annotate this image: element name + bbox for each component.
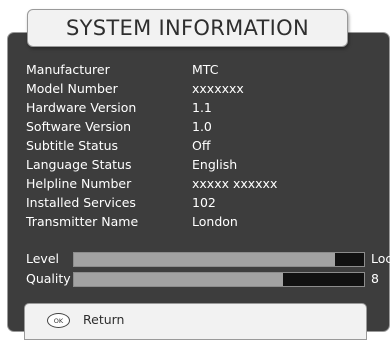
footer-bar: OK Return [24,303,367,340]
info-label: Helpline Number [26,176,132,191]
info-label: Model Number [26,81,118,96]
info-value: xxxxx xxxxxx [192,176,278,191]
info-value: 102 [192,195,216,210]
signal-quality-label: Quality [26,271,71,286]
page-title-text: SYSTEM INFORMATION [66,16,309,40]
info-label: Installed Services [26,195,136,210]
info-label: Subtitle Status [26,138,119,153]
signal-quality-meter [73,272,365,287]
signal-quality-fill [74,273,283,286]
info-label: Transmitter Name [26,214,139,229]
signal-level-meter [73,252,365,267]
info-label: Manufacturer [26,62,110,77]
return-label: Return [83,312,125,327]
info-value: 1.1 [192,100,212,115]
info-value: 1.0 [192,119,212,134]
signal-quality-status: 8 [371,271,379,286]
info-label: Software Version [26,119,132,134]
ok-button-icon[interactable]: OK [47,313,70,328]
info-value: xxxxxxx [192,81,244,96]
info-label: Language Status [26,157,132,172]
info-value: MTC [192,62,219,77]
info-value: Off [192,138,211,153]
signal-level-status: Lock [371,251,390,266]
info-value: London [192,214,238,229]
page-title: SYSTEM INFORMATION [27,9,348,47]
ok-icon-text: OK [53,316,64,325]
info-value: English [192,157,238,172]
signal-level-fill [74,253,335,266]
signal-level-label: Level [26,251,59,266]
info-label: Hardware Version [26,100,137,115]
